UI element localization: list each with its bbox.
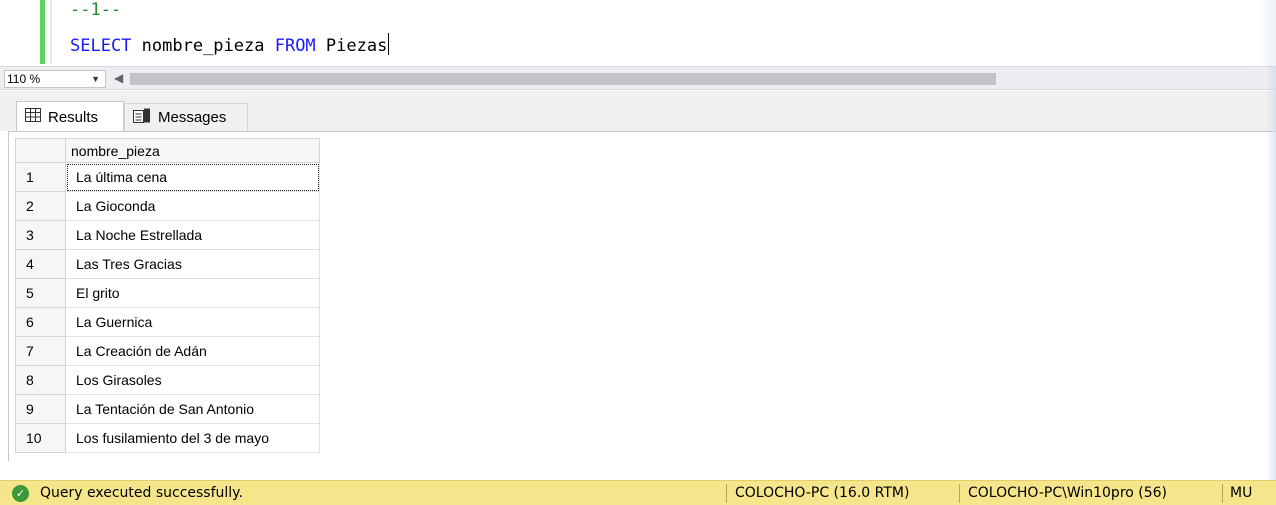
messages-icon (133, 108, 151, 128)
table-row: 10 Los fusilamiento del 3 de mayo (15, 423, 320, 453)
table-row: 3 La Noche Estrellada (15, 220, 320, 250)
row-number[interactable]: 2 (15, 191, 66, 221)
row-number[interactable]: 3 (15, 220, 66, 250)
horizontal-scrollbar-thumb[interactable] (130, 73, 996, 85)
row-number[interactable]: 8 (15, 365, 66, 395)
zoom-scroll-bar: 110 % ▼ ◀ (0, 66, 1276, 90)
grid-cell[interactable]: La Gioconda (65, 191, 320, 221)
chevron-down-icon[interactable]: ▼ (91, 71, 100, 87)
tab-results[interactable]: Results (16, 101, 124, 132)
grid-cell[interactable]: El grito (65, 278, 320, 308)
zoom-value: 110 % (7, 72, 41, 86)
query-table: Piezas (315, 36, 388, 56)
row-number[interactable]: 9 (15, 394, 66, 424)
tab-messages-label: Messages (158, 109, 227, 126)
grid-cell[interactable]: La Tentación de San Antonio (65, 394, 320, 424)
keyword-from: FROM (274, 36, 316, 56)
status-separator (1222, 484, 1223, 503)
grid-cell[interactable]: La Noche Estrellada (65, 220, 320, 250)
row-number[interactable]: 6 (15, 307, 66, 337)
text-caret (388, 33, 390, 55)
row-number[interactable]: 5 (15, 278, 66, 308)
editor-line-query[interactable]: SELECT nombre_pieza FROM Piezas (70, 33, 390, 56)
zoom-dropdown[interactable]: 110 % ▼ (4, 70, 106, 88)
table-row: 4 Las Tres Gracias (15, 249, 320, 279)
table-row: 7 La Creación de Adán (15, 336, 320, 366)
tab-messages[interactable]: Messages (124, 103, 248, 131)
status-server: COLOCHO-PC (16.0 RTM) (735, 485, 910, 501)
row-number[interactable]: 4 (15, 249, 66, 279)
editor-right-edge (1258, 0, 1276, 66)
results-grid: nombre_pieza 1 La última cena 2 La Giocond… (15, 138, 320, 453)
grid-header-row: nombre_pieza (15, 138, 320, 163)
window-edge-shadow (1266, 66, 1276, 505)
grid-cell[interactable]: La Creación de Adán (65, 336, 320, 366)
results-grid-panel: nombre_pieza 1 La última cena 2 La Giocond… (8, 131, 1276, 461)
query-columns: nombre_pieza (131, 36, 275, 56)
grid-cell[interactable]: Los Girasoles (65, 365, 320, 395)
editor-line-comment[interactable]: --1-- (70, 0, 121, 20)
keyword-select: SELECT (70, 36, 132, 56)
row-number[interactable]: 7 (15, 336, 66, 366)
row-number[interactable]: 10 (15, 423, 66, 453)
grid-cell[interactable]: Las Tres Gracias (65, 249, 320, 279)
table-row: 5 El grito (15, 278, 320, 308)
grid-cell[interactable]: La Guernica (65, 307, 320, 337)
editor-gutter (50, 0, 52, 64)
query-editor[interactable]: --1-- SELECT nombre_pieza FROM Piezas (0, 0, 1276, 66)
row-number[interactable]: 1 (15, 162, 66, 192)
grid-cell[interactable]: Los fusilamiento del 3 de mayo (65, 423, 320, 453)
status-database: MU (1230, 485, 1253, 501)
status-bar: ✓ Query executed successfully. COLOCHO-P… (0, 480, 1276, 505)
status-separator (959, 484, 960, 503)
row-number-header[interactable] (15, 138, 66, 163)
column-header-nombre-pieza[interactable]: nombre_pieza (65, 138, 320, 163)
table-row: 8 Los Girasoles (15, 365, 320, 395)
results-tabs: Results Messages (0, 91, 1276, 132)
scroll-left-icon[interactable]: ◀ (114, 71, 123, 85)
status-separator (726, 484, 727, 503)
grid-icon (25, 108, 41, 126)
status-user: COLOCHO-PC\Win10pro (56) (968, 485, 1168, 501)
status-message: Query executed successfully. (40, 485, 243, 501)
table-row: 2 La Gioconda (15, 191, 320, 221)
table-row: 1 La última cena (15, 162, 320, 192)
table-row: 6 La Guernica (15, 307, 320, 337)
changed-lines-marker (40, 0, 45, 64)
tab-results-label: Results (48, 108, 99, 126)
table-row: 9 La Tentación de San Antonio (15, 394, 320, 424)
success-check-icon: ✓ (12, 485, 29, 502)
grid-cell[interactable]: La última cena (65, 162, 320, 192)
